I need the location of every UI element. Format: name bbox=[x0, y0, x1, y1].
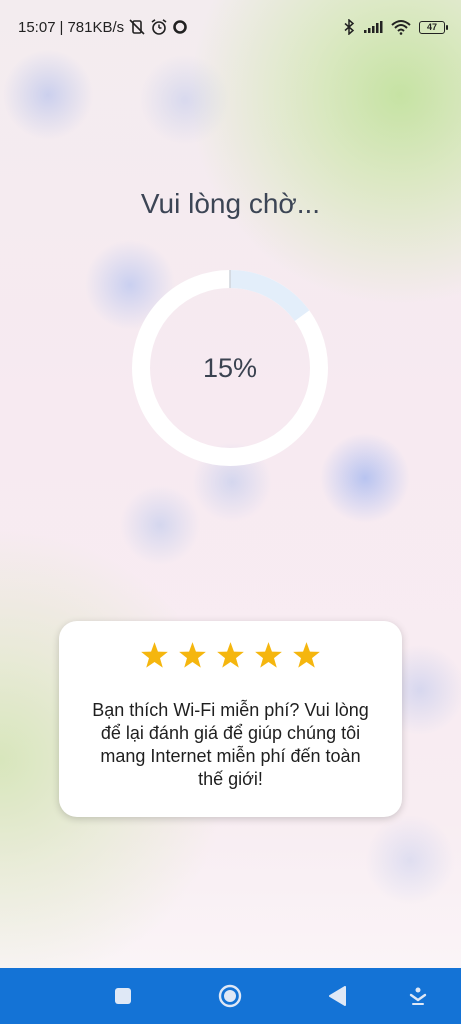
circle-notification-icon bbox=[172, 19, 188, 35]
status-separator: | bbox=[59, 18, 64, 36]
home-circle-icon bbox=[218, 984, 242, 1008]
status-bar: 15:07 | 781KB/s 47 bbox=[0, 0, 461, 54]
mute-vibrate-icon bbox=[128, 18, 146, 36]
battery-icon: 47 bbox=[419, 20, 448, 34]
alarm-icon bbox=[150, 18, 168, 36]
network-speed: 781KB/s bbox=[67, 18, 125, 36]
star-icon[interactable] bbox=[140, 641, 169, 670]
navigation-bar bbox=[0, 968, 461, 1024]
progress-percent: 15% bbox=[202, 352, 258, 383]
home-button[interactable] bbox=[210, 968, 250, 1024]
star-icon[interactable] bbox=[254, 641, 283, 670]
battery-level: 47 bbox=[426, 22, 437, 32]
wifi-icon bbox=[391, 19, 411, 35]
rating-message: Bạn thích Wi-Fi miễn phí? Vui lòng để lạ… bbox=[92, 700, 369, 789]
rating-card[interactable]: Bạn thích Wi-Fi miễn phí? Vui lòng để lạ… bbox=[59, 621, 402, 817]
status-time: 15:07 bbox=[18, 18, 56, 36]
status-left: 15:07 | 781KB/s bbox=[18, 18, 188, 36]
page-title: Vui lòng chờ... bbox=[140, 188, 321, 219]
back-triangle-icon bbox=[329, 986, 347, 1006]
background-gradient bbox=[0, 0, 461, 1024]
back-button[interactable] bbox=[318, 968, 358, 1024]
rating-stars[interactable] bbox=[59, 641, 402, 670]
recents-square-icon bbox=[114, 987, 132, 1005]
status-right: 47 bbox=[343, 19, 448, 35]
assistant-button[interactable] bbox=[398, 968, 438, 1024]
star-icon[interactable] bbox=[216, 641, 245, 670]
bluetooth-icon bbox=[343, 19, 355, 35]
assistant-down-icon bbox=[409, 986, 427, 1006]
star-icon[interactable] bbox=[178, 641, 207, 670]
progress-ring: 15% bbox=[130, 268, 330, 468]
recents-button[interactable] bbox=[103, 968, 143, 1024]
star-icon[interactable] bbox=[292, 641, 321, 670]
signal-icon bbox=[363, 20, 383, 34]
